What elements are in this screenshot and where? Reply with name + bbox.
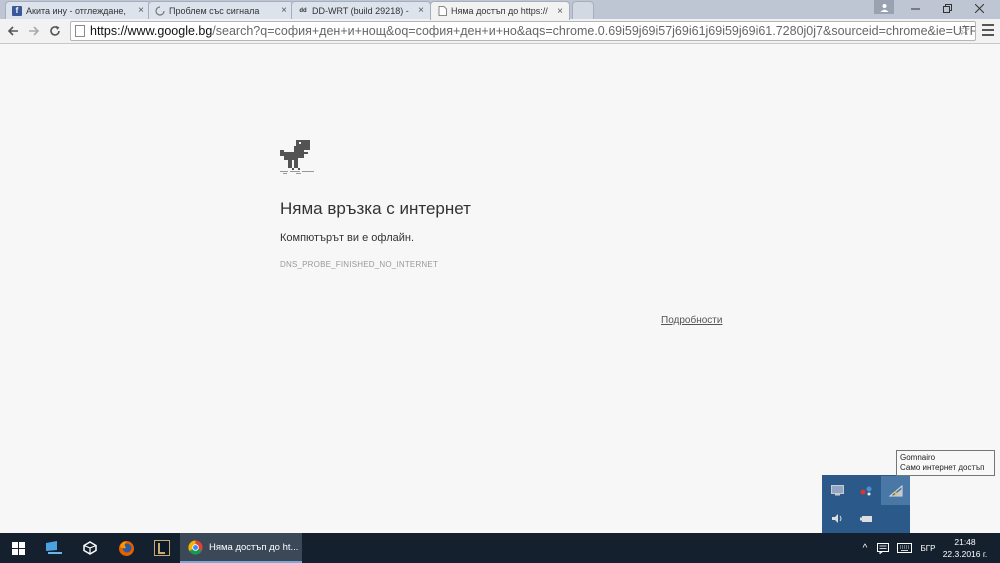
tray-wifi-icon[interactable]: [881, 476, 910, 505]
tab-title: DD-WRT (build 29218) -: [312, 5, 409, 16]
taskbar-app-desktop[interactable]: [36, 533, 72, 563]
close-icon: [974, 3, 984, 13]
taskbar-app-unity[interactable]: [72, 533, 108, 563]
tab-ddwrt[interactable]: dd DD-WRT (build 29218) - ×: [291, 1, 431, 19]
restore-icon: [942, 3, 952, 13]
error-code: DNS_PROBE_FINISHED_NO_INTERNET: [280, 260, 439, 269]
touch-keyboard-button[interactable]: [894, 533, 914, 563]
notifications-button[interactable]: [874, 533, 892, 563]
show-hidden-icons-button[interactable]: ^: [858, 533, 872, 563]
bookmark-star-icon[interactable]: ☆: [958, 22, 971, 39]
error-message: Компютърът ви е офлайн.: [280, 232, 415, 244]
clock-date: 22.3.2016 г.: [942, 549, 988, 559]
unity-icon: [83, 541, 97, 555]
close-icon[interactable]: ×: [418, 5, 424, 16]
network-tooltip: Gomnairo Само интернет достъп: [896, 450, 995, 476]
facebook-icon: f: [12, 5, 22, 16]
colorful-app-icon: [860, 486, 872, 496]
system-clock[interactable]: 21:48 22.3.2016 г.: [940, 536, 990, 560]
taskbar: Няма достъп до ht... ^ БГР 21:48 22.3.20…: [0, 533, 1000, 563]
monitor-icon: [831, 485, 844, 496]
tray-overflow-popup: [822, 475, 910, 533]
tab-strip: f Акита ину - отглеждане, × Проблем със …: [0, 0, 1000, 20]
dinosaur-icon[interactable]: [280, 140, 314, 174]
taskbar-app-chrome[interactable]: Няма достъп до ht...: [180, 533, 302, 563]
keyboard-icon: [896, 543, 912, 553]
desktop-app-icon: [46, 541, 62, 554]
reload-icon: [50, 25, 60, 36]
arrow-left-icon: [7, 26, 18, 36]
tray-app-icon[interactable]: [852, 476, 881, 505]
ddwrt-icon: dd: [299, 7, 307, 14]
error-title: Няма връзка с интернет: [280, 199, 471, 218]
network-name: Gomnairo: [900, 453, 936, 462]
tab-title: Няма достъп до https://: [451, 6, 548, 16]
close-icon[interactable]: ×: [138, 5, 144, 16]
tab-title: Проблем със сигнала: [169, 5, 260, 16]
tray-usb-icon[interactable]: [852, 504, 881, 533]
page-info-icon[interactable]: [75, 25, 85, 37]
taskbar-chrome-label: Няма достъп до ht...: [209, 541, 299, 553]
network-status: Само интернет достъп: [900, 463, 985, 472]
address-bar[interactable]: https://www.google.bg/search?q=софия+ден…: [70, 21, 976, 41]
close-icon[interactable]: ×: [281, 5, 287, 16]
minimize-icon: [910, 8, 920, 9]
reload-button[interactable]: [45, 22, 65, 40]
close-icon[interactable]: ×: [557, 6, 563, 17]
league-icon: [154, 540, 170, 556]
user-profile-button[interactable]: [874, 0, 894, 14]
usb-device-icon: [860, 516, 872, 522]
start-button[interactable]: [0, 533, 36, 563]
forward-button[interactable]: [24, 22, 44, 40]
input-language-indicator[interactable]: БГР: [916, 533, 940, 563]
speaker-icon: [832, 514, 842, 523]
tab-title: Акита ину - отглеждане,: [26, 5, 126, 16]
tab-problem[interactable]: Проблем със сигнала ×: [148, 1, 294, 19]
url-path: /search?q=софия+ден+и+нощ&oq=софия+ден+и…: [212, 24, 976, 38]
person-icon: [880, 3, 888, 12]
loading-icon: [155, 5, 165, 16]
details-link[interactable]: Подробности: [661, 315, 722, 326]
back-button[interactable]: [3, 22, 23, 40]
new-tab-button[interactable]: [572, 1, 594, 19]
arrow-right-icon: [29, 26, 40, 36]
wifi-warning-icon: [888, 484, 902, 496]
browser-toolbar: https://www.google.bg/search?q=софия+ден…: [0, 19, 1000, 44]
tab-akita[interactable]: f Акита ину - отглеждане, ×: [5, 1, 151, 19]
chrome-menu-button[interactable]: [982, 23, 994, 37]
action-center-icon: [877, 542, 889, 554]
tab-no-access[interactable]: Няма достъп до https:// ×: [430, 1, 570, 20]
tray-volume-icon[interactable]: [823, 504, 852, 533]
windows-logo-icon: [11, 541, 25, 555]
tray-display-icon[interactable]: [823, 476, 852, 505]
minimize-button[interactable]: [900, 0, 930, 16]
firefox-icon: [118, 540, 134, 556]
chrome-icon: [188, 539, 203, 555]
taskbar-app-firefox[interactable]: [108, 533, 144, 563]
url-host: https://www.google.bg: [90, 24, 213, 38]
page-content: Няма връзка с интернет Компютърът ви е о…: [0, 45, 1000, 533]
page-icon: [437, 6, 447, 16]
restore-button[interactable]: [932, 0, 962, 16]
close-window-button[interactable]: [964, 0, 994, 16]
clock-time: 21:48: [954, 537, 976, 547]
taskbar-app-league[interactable]: [144, 533, 180, 563]
